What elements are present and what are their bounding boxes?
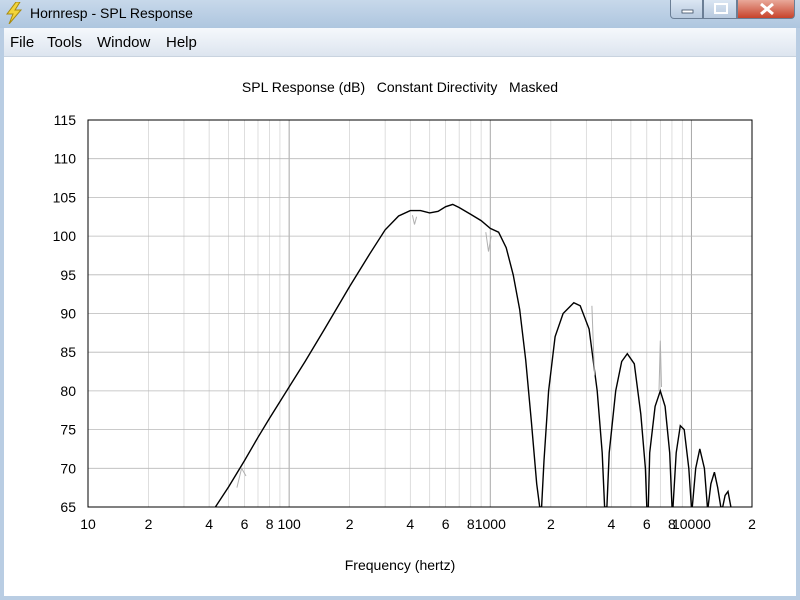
- x-tick-label: 8: [467, 516, 475, 532]
- masked-curve: [236, 215, 662, 488]
- y-tick-label: 65: [60, 499, 76, 515]
- x-tick-label: 2: [145, 516, 153, 532]
- x-tick-label: 8: [266, 516, 274, 532]
- x-tick-label: 2: [346, 516, 354, 532]
- menu-bar: File Tools Window Help: [0, 28, 800, 57]
- maximize-icon: [714, 3, 728, 14]
- y-tick-label: 110: [54, 151, 77, 167]
- close-icon: [760, 2, 774, 16]
- x-tick-label: 4: [608, 516, 616, 532]
- y-tick-label: 80: [60, 383, 76, 399]
- y-tick-label: 100: [53, 228, 77, 244]
- x-tick-label: 4: [205, 516, 213, 532]
- x-tick-label: 2: [547, 516, 555, 532]
- window-title: Hornresp - SPL Response: [30, 5, 193, 21]
- menu-tools[interactable]: Tools: [47, 34, 82, 51]
- x-tick-label: 10: [80, 516, 96, 532]
- minimize-button[interactable]: [670, 0, 703, 19]
- title-bar[interactable]: Hornresp - SPL Response: [0, 0, 800, 28]
- y-tick-label: 105: [53, 189, 77, 205]
- y-tick-label: 95: [60, 267, 76, 283]
- series-group: [214, 203, 732, 507]
- lightning-bolt-icon: [6, 2, 23, 24]
- chart-title: SPL Response (dB) Constant Directivity M…: [242, 79, 558, 95]
- maximize-button[interactable]: [703, 0, 737, 19]
- y-tick-label: 70: [60, 460, 76, 476]
- x-tick-label: 10000: [672, 516, 711, 532]
- spl-chart: SPL Response (dB) Constant Directivity M…: [53, 79, 756, 573]
- y-tick-label: 115: [54, 112, 77, 128]
- minimize-icon: [681, 9, 694, 14]
- menu-help[interactable]: Help: [166, 34, 197, 51]
- close-button[interactable]: [737, 0, 795, 19]
- menu-window[interactable]: Window: [97, 34, 150, 51]
- x-tick-label: 6: [241, 516, 249, 532]
- spl-curve: [214, 203, 732, 507]
- chart-area: SPL Response (dB) Constant Directivity M…: [4, 57, 796, 596]
- grid: [88, 120, 752, 507]
- x-tick-label: 1000: [475, 516, 506, 532]
- window-border-right: [796, 28, 800, 600]
- x-tick-label: 6: [643, 516, 651, 532]
- y-tick-label: 75: [60, 422, 76, 438]
- window-border-bottom: [0, 596, 800, 600]
- x-tick-label: 4: [406, 516, 414, 532]
- y-tick-label: 90: [60, 306, 76, 322]
- x-axis-label: Frequency (hertz): [345, 557, 455, 573]
- y-axis: 115 110 105 100 95 90 85 80 75 70 65: [53, 112, 77, 515]
- x-tick-label: 2: [748, 516, 756, 532]
- x-axis: 10 2 4 6 8 100 2 4 6 8 1000 2 4 6 810000 2: [80, 516, 756, 532]
- x-tick-label: 6: [442, 516, 450, 532]
- y-tick-label: 85: [60, 344, 76, 360]
- x-tick-label: 100: [277, 516, 301, 532]
- menu-file[interactable]: File: [10, 34, 34, 51]
